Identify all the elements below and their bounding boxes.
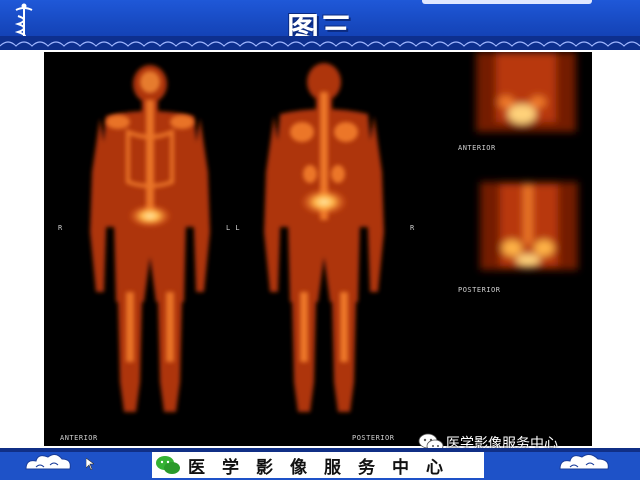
scan-label-anterior-spot: ANTERIOR: [458, 144, 496, 152]
scan-label-r-right: R: [410, 224, 415, 232]
bone-scan-image-panel: R L L R ANTERIOR POSTERIOR ANTERIOR POST…: [44, 52, 592, 446]
cloud-ornament-right-icon: [559, 453, 609, 470]
footer-title: 医学影像服务中心: [188, 458, 460, 478]
cloud-pattern-band: [0, 36, 640, 50]
scan-label-l-center: L L: [226, 224, 241, 232]
anterior-spot-view: [476, 52, 576, 132]
anterior-head-hotspot: [140, 71, 160, 93]
posterior-spot-view: [480, 182, 578, 270]
scan-label-anterior-main: ANTERIOR: [60, 434, 98, 442]
wechat-icon: [156, 456, 180, 474]
cloud-ornament-left-icon: [25, 453, 71, 470]
bone-scan-image: [90, 52, 578, 412]
slide-header: 图三: [0, 0, 640, 50]
mouse-cursor-icon: [86, 458, 94, 470]
scan-label-posterior-main: POSTERIOR: [352, 434, 395, 442]
anterior-pelvis-hotspot: [128, 204, 172, 228]
scan-label-r-left: R: [58, 224, 63, 232]
scan-label-posterior-spot: POSTERIOR: [458, 286, 501, 294]
posterior-pelvis-hotspot: [300, 188, 348, 216]
